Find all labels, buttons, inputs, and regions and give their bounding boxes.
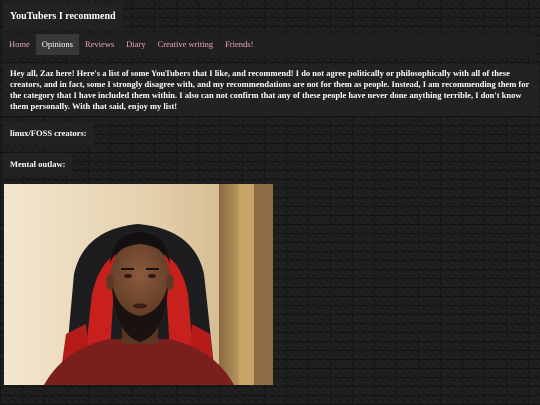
nav-item-creative-writing[interactable]: Creative writing <box>152 34 219 55</box>
nav-item-friends[interactable]: Friends! <box>219 34 259 55</box>
section-heading-mental-outlaw: Mental outlaw: <box>3 153 73 176</box>
main-nav: Home Opinions Reviews Diary Creative wri… <box>3 34 537 55</box>
video-thumbnail-image[interactable] <box>4 184 273 385</box>
nav-item-diary[interactable]: Diary <box>120 34 151 55</box>
nav-item-opinions[interactable]: Opinions <box>35 34 79 55</box>
nav-item-reviews[interactable]: Reviews <box>79 34 120 55</box>
intro-paragraph: Hey all, Zaz here! Here's a list of some… <box>3 64 539 116</box>
section-heading-linux-foss: linux/FOSS creators: <box>3 122 94 145</box>
nav-item-home[interactable]: Home <box>3 34 36 55</box>
site-title: YouTubers I recommend <box>3 3 123 30</box>
